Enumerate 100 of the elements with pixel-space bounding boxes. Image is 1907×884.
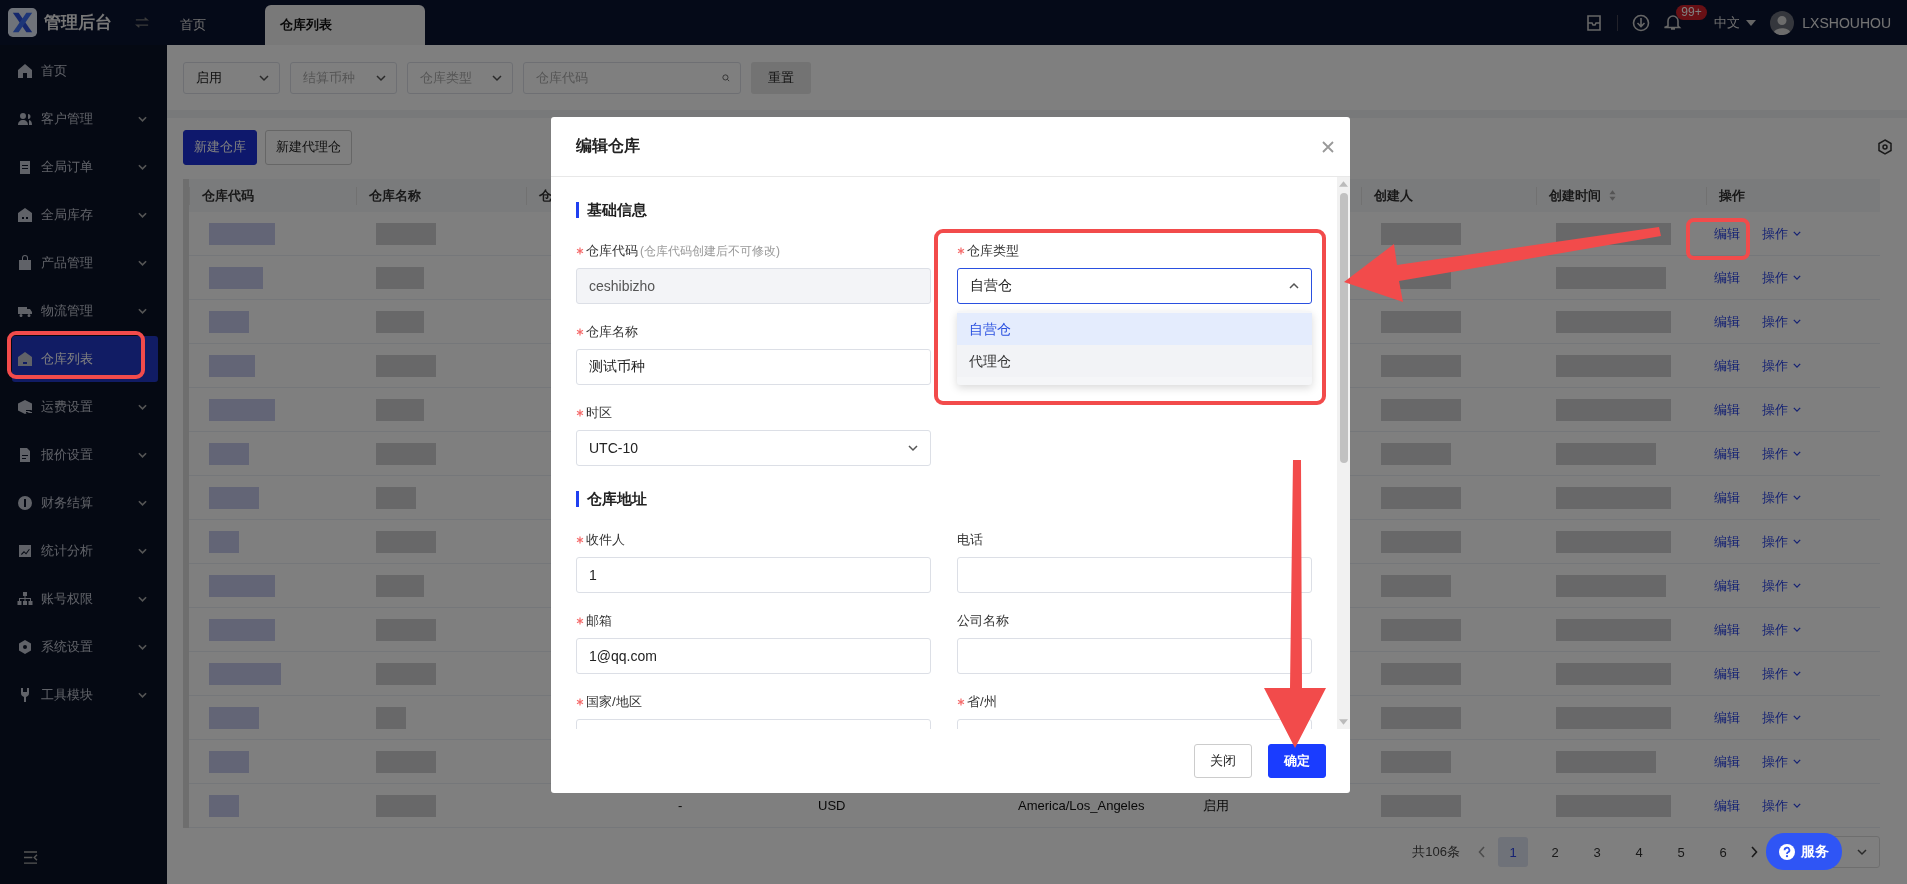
column-header: 仓库名称 xyxy=(356,186,526,205)
table-cell: USD xyxy=(818,798,846,813)
scrollbar[interactable] xyxy=(1337,177,1350,729)
actions-menu-link[interactable]: 操作 xyxy=(1762,576,1801,595)
dialog-button[interactable]: 关闭 xyxy=(1194,744,1252,778)
field-label: 电话 xyxy=(957,531,983,549)
caret-icon xyxy=(1793,407,1801,412)
select-field[interactable]: UTC-10 xyxy=(576,430,931,466)
sidebar-item[interactable]: 账号权限 xyxy=(12,576,158,622)
clipboard-icon xyxy=(17,159,33,175)
text-field[interactable] xyxy=(957,557,1312,593)
edit-link[interactable]: 编辑 xyxy=(1714,708,1740,727)
edit-link[interactable]: 编辑 xyxy=(1714,224,1740,243)
edit-link[interactable]: 编辑 xyxy=(1714,356,1740,375)
text-field[interactable]: 1@qq.com xyxy=(576,638,931,674)
edit-link[interactable]: 编辑 xyxy=(1714,268,1740,287)
actions-menu-link[interactable]: 操作 xyxy=(1762,796,1801,815)
page-tab[interactable]: 仓库列表 xyxy=(265,5,425,45)
sidebar-item[interactable]: 系统设置 xyxy=(12,624,158,670)
column-header: 创建人 xyxy=(1361,186,1536,205)
close-icon[interactable] xyxy=(1322,140,1334,153)
hexagon-icon xyxy=(17,639,33,655)
language-menu[interactable]: 中文 xyxy=(1714,13,1757,32)
swap-icon[interactable] xyxy=(135,17,149,28)
dropdown-option[interactable]: 自营仓 xyxy=(957,313,1312,345)
coin-icon xyxy=(17,495,33,511)
username[interactable]: LXSHOUHOU xyxy=(1802,14,1891,31)
edit-link[interactable]: 编辑 xyxy=(1714,752,1740,771)
page-button[interactable]: 2 xyxy=(1540,837,1570,867)
sidebar-item[interactable]: 运费设置 xyxy=(12,384,158,430)
actions-menu-link[interactable]: 操作 xyxy=(1762,488,1801,507)
sidebar-item[interactable]: 全局订单 xyxy=(12,144,158,190)
bag-icon xyxy=(17,255,33,271)
page-button[interactable]: 6 xyxy=(1708,837,1738,867)
next-page-icon[interactable] xyxy=(1750,846,1758,858)
box-icon xyxy=(17,399,33,415)
edit-link[interactable]: 编辑 xyxy=(1714,576,1740,595)
sidebar-item[interactable]: 全局库存 xyxy=(12,192,158,238)
page-button[interactable]: 3 xyxy=(1582,837,1612,867)
actions-menu-link[interactable]: 操作 xyxy=(1762,312,1801,331)
text-field[interactable] xyxy=(957,638,1312,674)
reset-button[interactable]: 重置 xyxy=(751,61,811,94)
service-button[interactable]: 服务 xyxy=(1766,833,1842,870)
edit-link[interactable]: 编辑 xyxy=(1714,312,1740,331)
actions-menu-link[interactable]: 操作 xyxy=(1762,620,1801,639)
sidebar-item[interactable]: 统计分析 xyxy=(12,528,158,574)
action-button[interactable]: 新建仓库 xyxy=(183,129,257,165)
bell-icon[interactable] xyxy=(1664,12,1683,31)
sidebar-item[interactable]: 报价设置 xyxy=(12,432,158,478)
actions-menu-link[interactable]: 操作 xyxy=(1762,664,1801,683)
edit-link[interactable]: 编辑 xyxy=(1714,444,1740,463)
scroll-down-icon[interactable] xyxy=(1339,719,1348,725)
edit-link[interactable]: 编辑 xyxy=(1714,488,1740,507)
download-icon[interactable] xyxy=(1632,13,1651,32)
page-button[interactable]: 5 xyxy=(1666,837,1696,867)
caret-icon xyxy=(1793,671,1801,676)
page-tab[interactable]: 首页 xyxy=(165,5,265,45)
actions-menu-link[interactable]: 操作 xyxy=(1762,752,1801,771)
edit-link[interactable]: 编辑 xyxy=(1714,664,1740,683)
home-icon xyxy=(17,63,33,79)
select-field[interactable]: 自营仓 xyxy=(957,268,1312,304)
sidebar-item[interactable]: 客户管理 xyxy=(12,96,158,142)
document-icon xyxy=(17,447,33,463)
text-field[interactable]: 测试币种 xyxy=(576,349,931,385)
actions-menu-link[interactable]: 操作 xyxy=(1762,532,1801,551)
dropdown-option[interactable]: 代理仓 xyxy=(957,345,1312,377)
notification-badge: 99+ xyxy=(1676,4,1707,20)
scroll-up-icon[interactable] xyxy=(1339,181,1348,187)
sidebar-item[interactable]: 工具模块 xyxy=(12,672,158,718)
page-button[interactable]: 4 xyxy=(1624,837,1654,867)
actions-menu-link[interactable]: 操作 xyxy=(1762,444,1801,463)
dialog-button[interactable]: 确定 xyxy=(1268,744,1326,778)
previous-page-icon[interactable] xyxy=(1478,846,1486,858)
edit-link[interactable]: 编辑 xyxy=(1714,400,1740,419)
page-button[interactable]: 1 xyxy=(1498,837,1528,867)
avatar-icon[interactable] xyxy=(1770,10,1795,35)
actions-menu-link[interactable]: 操作 xyxy=(1762,224,1801,243)
edit-link[interactable]: 编辑 xyxy=(1714,620,1740,639)
actions-menu-link[interactable]: 操作 xyxy=(1762,400,1801,419)
help-icon xyxy=(1779,843,1795,860)
actions-menu-link[interactable]: 操作 xyxy=(1762,356,1801,375)
filter-select[interactable]: 启用 xyxy=(183,61,280,94)
settings-icon[interactable] xyxy=(1877,139,1893,155)
sidebar-item[interactable]: 物流管理 xyxy=(12,288,158,334)
actions-menu-link[interactable]: 操作 xyxy=(1762,708,1801,727)
sort-icon[interactable] xyxy=(1609,190,1616,201)
sidebar-item[interactable]: 仓库列表 xyxy=(12,336,158,382)
actions-menu-link[interactable]: 操作 xyxy=(1762,268,1801,287)
edit-link[interactable]: 编辑 xyxy=(1714,796,1740,815)
section-title: 基础信息 xyxy=(576,202,1313,218)
sidebar-item[interactable]: 首页 xyxy=(12,48,158,94)
sidebar-item[interactable]: 财务结算 xyxy=(12,480,158,526)
inbox-icon[interactable] xyxy=(1585,13,1604,32)
collapse-menu-icon[interactable] xyxy=(23,851,38,864)
text-field[interactable]: 1 xyxy=(576,557,931,593)
sidebar-item[interactable]: 产品管理 xyxy=(12,240,158,286)
edit-link[interactable]: 编辑 xyxy=(1714,532,1740,551)
table-cell: - xyxy=(678,798,683,813)
field-label: 时区 xyxy=(586,404,612,422)
action-button[interactable]: 新建代理仓 xyxy=(265,129,352,165)
